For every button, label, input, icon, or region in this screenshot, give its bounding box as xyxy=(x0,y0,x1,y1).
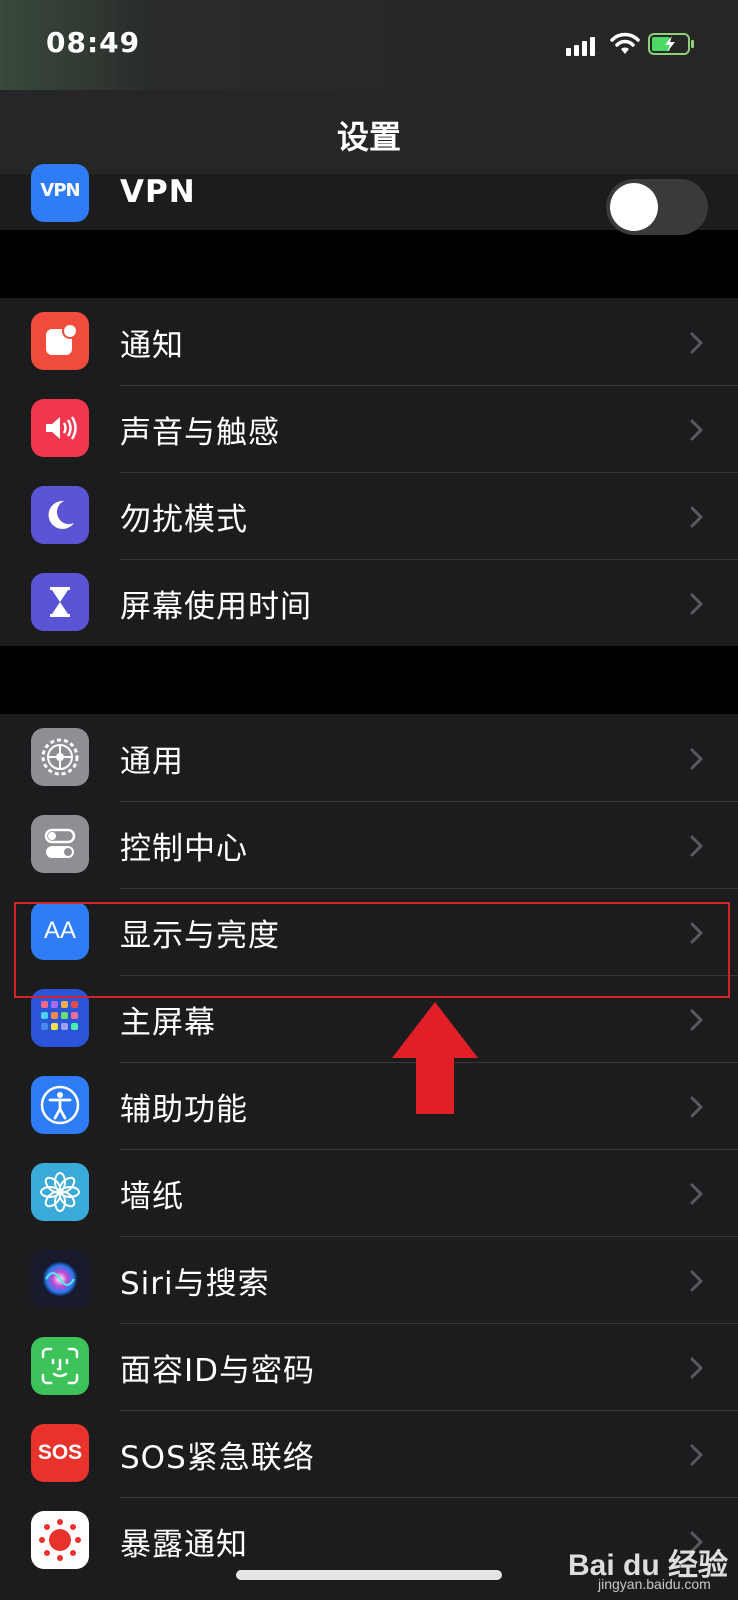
toggles-icon xyxy=(31,815,89,873)
sos-icon: SOS xyxy=(31,1424,89,1482)
status-bar: 08:49 xyxy=(0,0,738,90)
settings-row-vpn[interactable]: VPN VPN xyxy=(0,164,738,235)
settings-row-label: 墙纸 xyxy=(120,1179,184,1215)
chevron-right-icon xyxy=(690,506,703,528)
settings-row-label: 通用 xyxy=(120,744,184,780)
chevron-right-icon xyxy=(690,1096,703,1118)
face-id-icon xyxy=(31,1337,89,1395)
status-time: 08:49 xyxy=(46,26,141,59)
settings-row-label: SOS紧急联络 xyxy=(120,1440,315,1476)
hourglass-icon xyxy=(31,573,89,631)
chevron-right-icon xyxy=(690,835,703,857)
settings-row-label: 主屏幕 xyxy=(120,1005,216,1041)
highlight-box xyxy=(14,902,730,998)
chevron-right-icon xyxy=(690,1009,703,1031)
flower-icon xyxy=(31,1163,89,1221)
navigation-bar: 设置 xyxy=(0,90,738,174)
settings-row-sounds[interactable]: 声音与触感 xyxy=(0,385,738,473)
vpn-label: VPN xyxy=(120,174,196,210)
chevron-right-icon xyxy=(690,748,703,770)
settings-row-label: 勿扰模式 xyxy=(120,502,248,538)
chevron-right-icon xyxy=(690,1444,703,1466)
chevron-right-icon xyxy=(690,593,703,615)
settings-row-label: 屏幕使用时间 xyxy=(120,589,312,625)
settings-row-general[interactable]: 通用 xyxy=(0,714,738,802)
settings-group-2: 通用 控制中心 AA 显示与亮度 主屏幕 辅助功能 墙纸 Siri与搜索 面容I… xyxy=(0,714,738,1600)
moon-icon xyxy=(31,486,89,544)
settings-row-face-id[interactable]: 面容ID与密码 xyxy=(0,1323,738,1411)
exposure-icon xyxy=(31,1511,89,1569)
watermark-url: jingyan.baidu.com xyxy=(598,1576,711,1592)
chevron-right-icon xyxy=(690,332,703,354)
settings-row-siri[interactable]: Siri与搜索 xyxy=(0,1236,738,1324)
chevron-right-icon xyxy=(690,1183,703,1205)
settings-group-1: 通知 声音与触感 勿扰模式 屏幕使用时间 xyxy=(0,298,738,646)
notifications-icon xyxy=(31,312,89,370)
settings-row-label: 面容ID与密码 xyxy=(120,1353,316,1389)
home-indicator[interactable] xyxy=(236,1570,502,1580)
settings-row-control-center[interactable]: 控制中心 xyxy=(0,801,738,889)
vpn-icon: VPN xyxy=(31,164,89,222)
wifi-icon xyxy=(610,32,640,54)
accessibility-icon xyxy=(31,1076,89,1134)
battery-charging-icon xyxy=(648,33,694,55)
settings-row-label: 声音与触感 xyxy=(120,415,280,451)
settings-row-do-not-disturb[interactable]: 勿扰模式 xyxy=(0,472,738,560)
siri-icon xyxy=(31,1250,89,1308)
settings-row-wallpaper[interactable]: 墙纸 xyxy=(0,1149,738,1237)
settings-row-label: 控制中心 xyxy=(120,831,248,867)
sound-icon xyxy=(31,399,89,457)
settings-row-label: 通知 xyxy=(120,328,184,364)
settings-row-accessibility[interactable]: 辅助功能 xyxy=(0,1062,738,1150)
settings-row-screen-time[interactable]: 屏幕使用时间 xyxy=(0,559,738,647)
settings-row-label: 辅助功能 xyxy=(120,1092,248,1128)
page-title: 设置 xyxy=(336,118,401,156)
cellular-signal-icon xyxy=(566,37,595,56)
vpn-toggle[interactable] xyxy=(606,179,708,235)
up-arrow-annotation-icon xyxy=(392,1002,478,1114)
chevron-right-icon xyxy=(690,1357,703,1379)
settings-row-emergency-sos[interactable]: SOS SOS紧急联络 xyxy=(0,1410,738,1498)
chevron-right-icon xyxy=(690,419,703,441)
gear-icon xyxy=(31,728,89,786)
settings-row-notifications[interactable]: 通知 xyxy=(0,298,738,386)
settings-row-label: 暴露通知 xyxy=(120,1527,248,1563)
chevron-right-icon xyxy=(690,1270,703,1292)
settings-row-label: Siri与搜索 xyxy=(120,1266,270,1302)
vpn-group: VPN VPN xyxy=(0,164,738,235)
